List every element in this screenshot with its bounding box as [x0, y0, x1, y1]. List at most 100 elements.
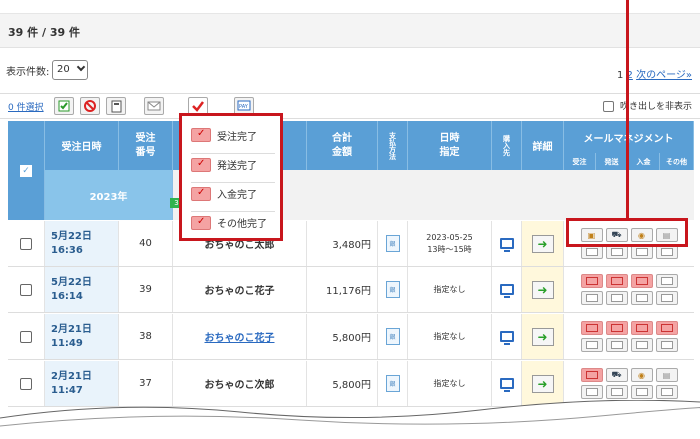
mail-icon[interactable]: [655, 245, 678, 259]
mail-icon[interactable]: [630, 338, 653, 352]
table-row[interactable]: 2月21日 11:49 38 おちゃのこ花子 5,800円 銀 指定なし ➜: [8, 314, 694, 360]
envelope-icon: [585, 324, 598, 332]
bank-icon: 銀: [385, 328, 400, 345]
bank-icon: 銀: [385, 235, 400, 252]
hide-balloon-checkbox[interactable]: [603, 101, 615, 112]
payment-method: 銀: [378, 221, 408, 266]
mail-icon[interactable]: [605, 245, 628, 259]
header-date[interactable]: 受注日時: [45, 121, 119, 170]
payment-method: 銀: [378, 314, 408, 359]
order-number: 39: [119, 267, 173, 312]
year-group: 2023年: [45, 170, 173, 220]
detail-arrow-icon[interactable]: ➜: [531, 234, 554, 253]
mail-sent-icon[interactable]: [580, 368, 603, 382]
mail-icon[interactable]: [580, 338, 603, 352]
popup-other-complete[interactable]: その他完了: [191, 211, 275, 233]
mail-sent-icon[interactable]: [655, 321, 678, 335]
header-date-spec[interactable]: 日時 指定: [408, 121, 492, 170]
detail-arrow-icon[interactable]: ➜: [531, 327, 554, 346]
mail-icon[interactable]: [655, 338, 678, 352]
row-checkbox[interactable]: [20, 330, 32, 343]
mail-icon[interactable]: [605, 385, 628, 399]
mail-sent-icon[interactable]: [580, 274, 603, 288]
truck-icon[interactable]: ⛟: [605, 368, 628, 382]
header-mail-payment: 入金: [628, 153, 660, 170]
mail-sent-icon[interactable]: [630, 274, 653, 288]
header-purchase-source: 購入先: [492, 121, 522, 170]
envelope-icon: [610, 324, 623, 332]
customer-name[interactable]: おちゃのこ花子: [173, 314, 307, 359]
per-page-value: 20: [57, 64, 70, 75]
document-icon[interactable]: [655, 274, 678, 288]
mail-sent-icon[interactable]: [630, 321, 653, 335]
mail-icon[interactable]: [630, 291, 653, 305]
order-date: 5月22日 16:36: [45, 221, 119, 266]
popup-payment-complete[interactable]: 入金完了: [191, 182, 275, 204]
callout-line: [626, 0, 629, 219]
mail-icon[interactable]: [580, 385, 603, 399]
complete-check-icon: [191, 215, 211, 230]
document-icon[interactable]: ▤: [655, 368, 678, 382]
mail-sent-icon[interactable]: [605, 274, 628, 288]
select-all-header[interactable]: ✓: [8, 121, 45, 220]
customer-name[interactable]: おちゃのこ花子: [173, 267, 307, 312]
per-page-select[interactable]: 20: [52, 60, 88, 80]
row-checkbox[interactable]: [20, 237, 32, 250]
header-total[interactable]: 合計 金額: [307, 121, 378, 170]
next-page-link[interactable]: 次のページ»: [636, 70, 692, 81]
mail-icon[interactable]: [630, 385, 653, 399]
envelope-icon: [585, 341, 598, 349]
pc-icon: [499, 284, 514, 298]
mail-icon[interactable]: [655, 385, 678, 399]
envelope-icon: [660, 388, 673, 396]
order-total: 11,176円: [307, 267, 378, 312]
mail-icon[interactable]: [580, 245, 603, 259]
popup-order-complete[interactable]: 受注完了: [191, 124, 275, 146]
top-spacer: [0, 0, 700, 14]
chevron-down-icon: [76, 62, 86, 72]
popup-ship-complete[interactable]: 発送完了: [191, 153, 275, 175]
detail-cell: ➜: [522, 314, 564, 359]
check-icon[interactable]: ✓: [20, 164, 32, 177]
hide-balloon-toggle[interactable]: 吹き出しを非表示: [603, 99, 692, 112]
coins-icon[interactable]: ◉: [630, 368, 653, 382]
envelope-icon: [635, 294, 648, 302]
torn-edge-decoration: [0, 400, 700, 439]
calculator-icon[interactable]: [106, 97, 126, 115]
detail-arrow-icon[interactable]: ➜: [531, 280, 554, 299]
header-payment: 支払方法: [378, 121, 408, 170]
purchase-source: [492, 314, 522, 359]
result-count: 39 件 / 39 件: [8, 26, 80, 39]
payment-method: 銀: [378, 267, 408, 312]
row-select[interactable]: [8, 314, 45, 359]
row-select[interactable]: [8, 267, 45, 312]
per-page-label: 表示件数:: [6, 67, 50, 78]
svg-text:PAY: PAY: [239, 104, 249, 110]
order-date: 5月22日 16:14: [45, 267, 119, 312]
mail-sent-icon[interactable]: [580, 321, 603, 335]
row-select[interactable]: [8, 221, 45, 266]
detail-arrow-icon[interactable]: ➜: [531, 374, 554, 393]
table-row[interactable]: 5月22日 16:14 39 おちゃのこ花子 11,176円 銀 指定なし ➜: [8, 267, 694, 313]
mail-icon[interactable]: [144, 97, 164, 115]
mail-icon[interactable]: [580, 291, 603, 305]
header-number[interactable]: 受注 番号: [119, 121, 173, 170]
mail-icon[interactable]: [655, 291, 678, 305]
order-total: 5,800円: [307, 314, 378, 359]
mail-sent-icon[interactable]: [605, 321, 628, 335]
envelope-icon: [585, 371, 598, 379]
envelope-icon: [660, 248, 673, 256]
check-all-icon[interactable]: [54, 97, 74, 115]
envelope-icon: [635, 388, 648, 396]
mail-icon[interactable]: [605, 291, 628, 305]
bulk-select-count[interactable]: 0 件選択: [8, 100, 44, 113]
row-checkbox[interactable]: [20, 377, 32, 390]
mail-icon[interactable]: [630, 245, 653, 259]
detail-cell: ➜: [522, 221, 564, 266]
envelope-icon: [610, 294, 623, 302]
row-checkbox[interactable]: [20, 283, 32, 296]
mail-icon[interactable]: [605, 338, 628, 352]
cancel-icon[interactable]: [80, 97, 100, 115]
envelope-icon: [610, 277, 623, 285]
mail-icons-highlight: [566, 218, 688, 247]
